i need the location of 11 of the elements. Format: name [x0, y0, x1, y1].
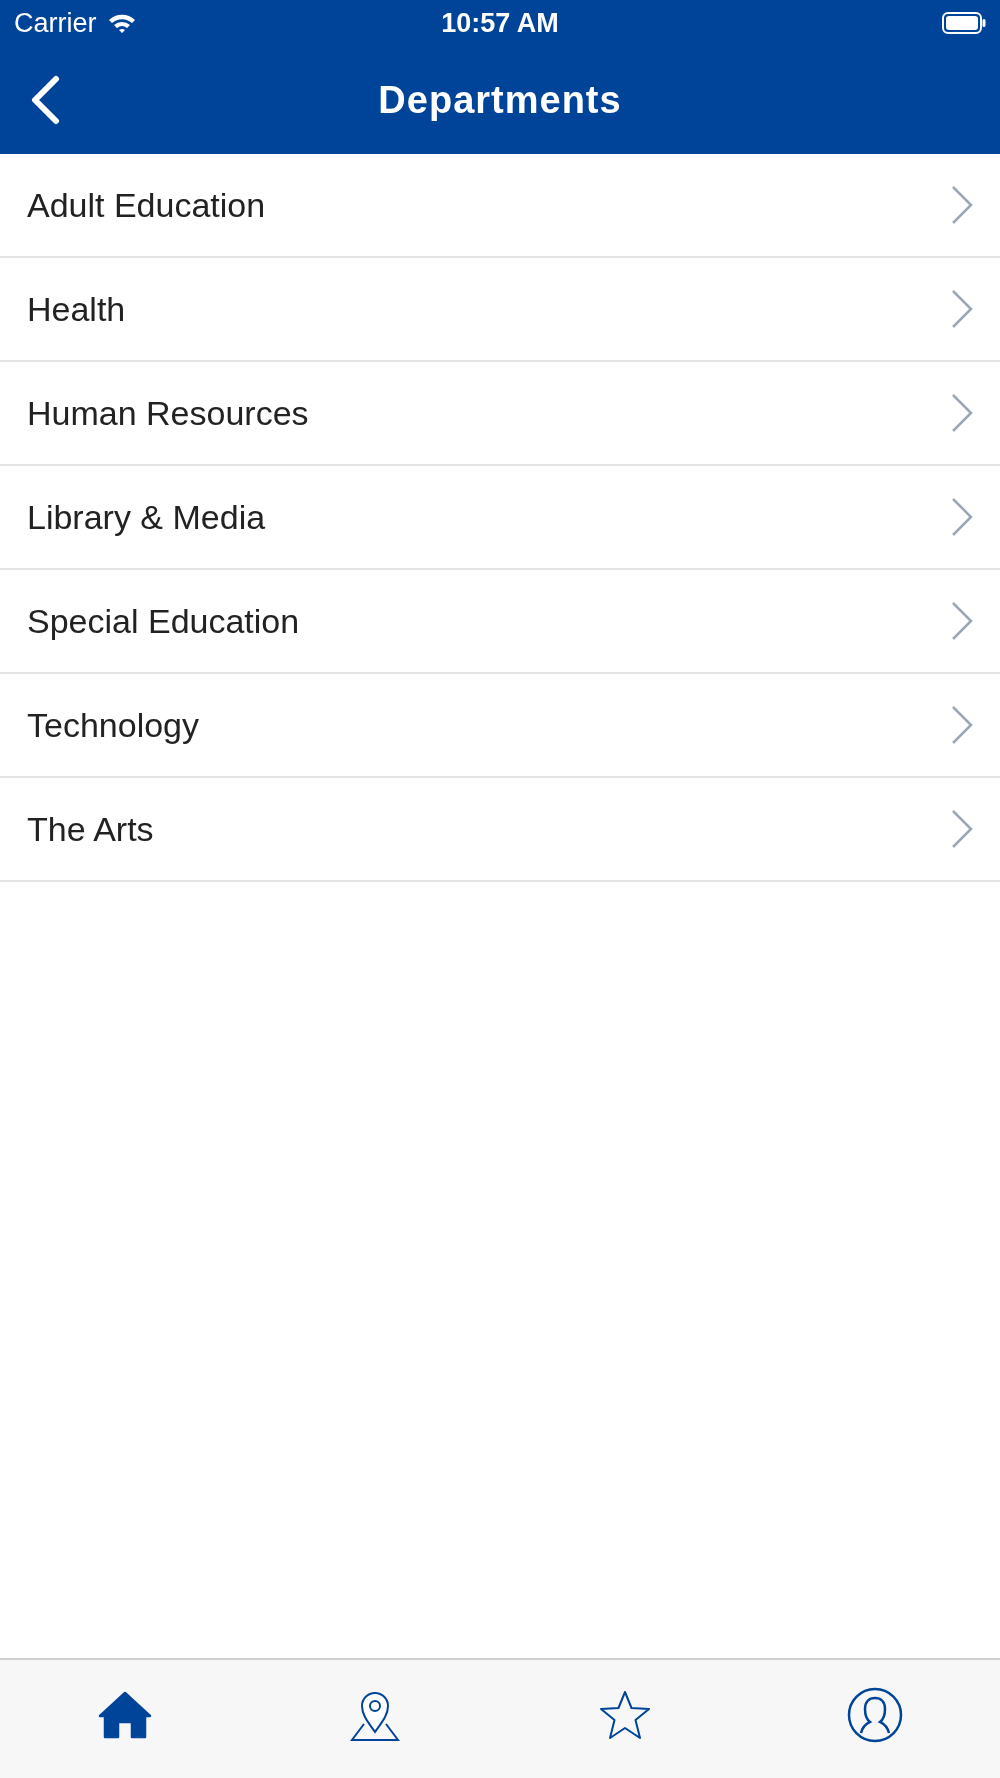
carrier-name: Carrier	[14, 7, 97, 39]
page-title: Departments	[378, 78, 622, 121]
chevron-right-icon	[950, 392, 974, 434]
battery-icon	[942, 12, 986, 34]
chevron-right-icon	[950, 496, 974, 538]
chevron-right-icon	[950, 288, 974, 330]
chevron-right-icon	[950, 808, 974, 850]
chevron-right-icon	[950, 184, 974, 226]
chevron-right-icon	[950, 600, 974, 642]
chevron-right-icon	[950, 704, 974, 746]
status-time: 10:57 AM	[441, 7, 559, 38]
